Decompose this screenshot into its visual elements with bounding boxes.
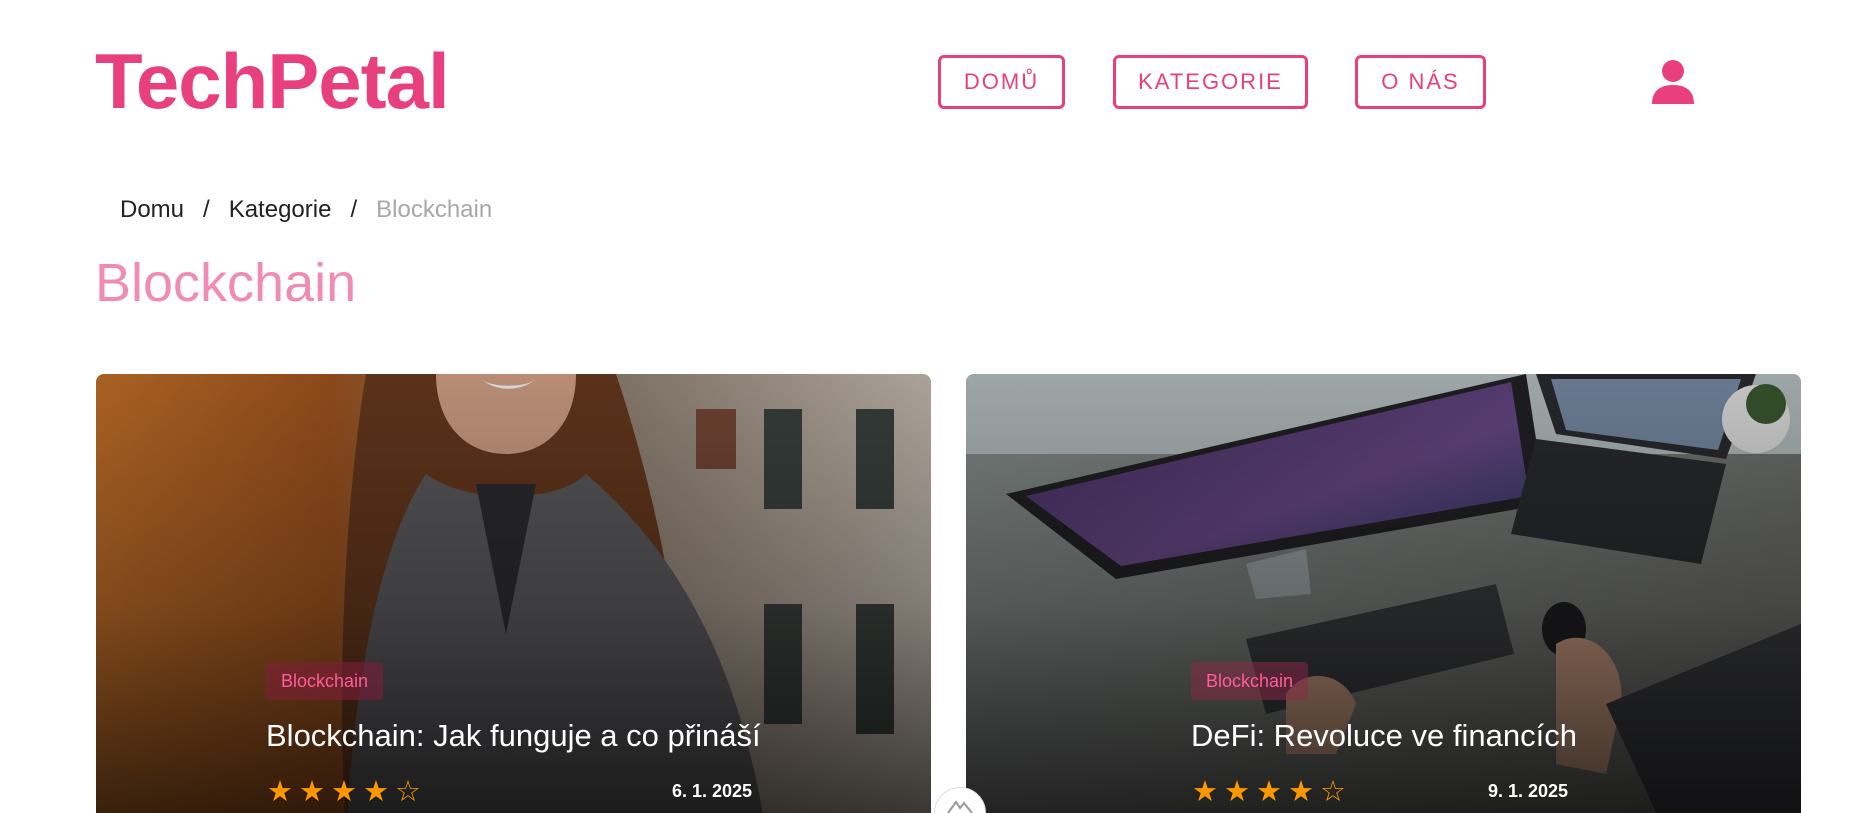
breadcrumb-current: Blockchain xyxy=(376,196,493,223)
star-filled-icon: ★ xyxy=(1192,776,1218,808)
breadcrumb: Domu / Kategorie / Blockchain xyxy=(120,196,492,224)
star-filled-icon: ★ xyxy=(1288,776,1314,808)
article-title[interactable]: Blockchain: Jak funguje a co přináší xyxy=(266,718,761,754)
page: TechPetal DOMŮ KATEGORIE O NÁS Domu / Ka… xyxy=(0,0,1869,813)
breadcrumb-home[interactable]: Domu xyxy=(120,196,184,224)
mountain-icon xyxy=(947,800,973,813)
breadcrumb-categories[interactable]: Kategorie xyxy=(229,196,332,224)
category-badge[interactable]: Blockchain xyxy=(1191,662,1309,700)
article-card[interactable]: Blockchain DeFi: Revoluce ve financích ★… xyxy=(966,374,1801,813)
site-logo[interactable]: TechPetal xyxy=(95,36,450,126)
star-filled-icon: ★ xyxy=(363,776,389,808)
user-icon[interactable] xyxy=(1650,58,1696,106)
nav-about-button[interactable]: O NÁS xyxy=(1355,55,1486,109)
breadcrumb-separator: / xyxy=(350,196,358,223)
breadcrumb-separator: / xyxy=(203,196,210,223)
page-title: Blockchain xyxy=(95,253,357,313)
nav-categories-button[interactable]: KATEGORIE xyxy=(1113,55,1308,109)
star-rating: ★ ★ ★ ★ ☆ xyxy=(1191,776,1347,808)
star-rating: ★ ★ ★ ★ ☆ xyxy=(266,776,422,808)
nav-home-button[interactable]: DOMŮ xyxy=(938,55,1065,109)
star-filled-icon: ★ xyxy=(331,776,357,808)
star-filled-icon: ★ xyxy=(1256,776,1282,808)
category-badge[interactable]: Blockchain xyxy=(266,662,384,700)
star-filled-icon: ★ xyxy=(1224,776,1250,808)
star-filled-icon: ★ xyxy=(267,776,293,808)
article-title[interactable]: DeFi: Revoluce ve financích xyxy=(1191,718,1577,754)
article-card[interactable]: Blockchain Blockchain: Jak funguje a co … xyxy=(96,374,931,813)
star-filled-icon: ★ xyxy=(299,776,325,808)
star-empty-icon: ☆ xyxy=(395,776,421,808)
article-date: 6. 1. 2025 xyxy=(672,781,753,801)
article-date: 9. 1. 2025 xyxy=(1488,781,1569,801)
star-empty-icon: ☆ xyxy=(1320,776,1346,808)
